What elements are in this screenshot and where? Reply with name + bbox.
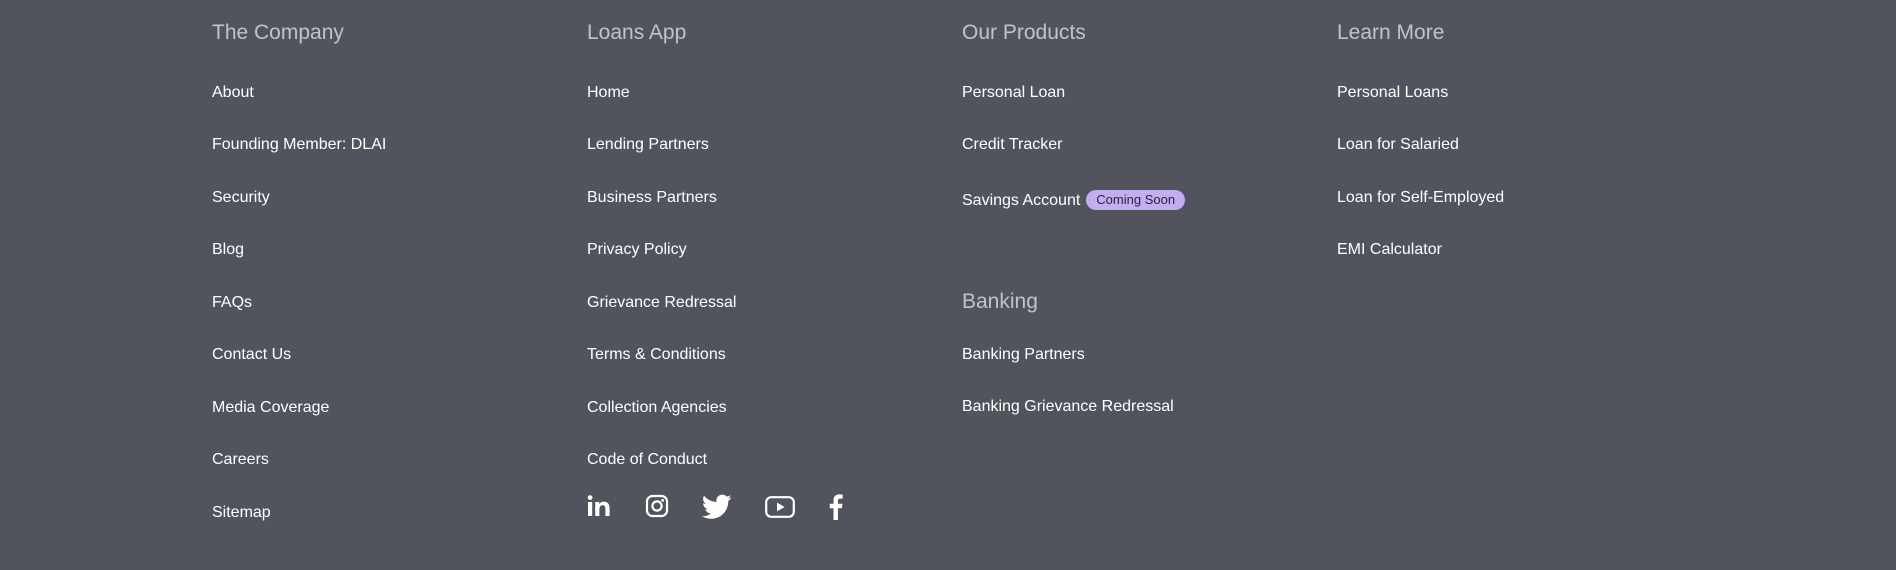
footer-link-business-partners[interactable]: Business Partners (587, 190, 717, 206)
column-heading: Learn More (1337, 21, 1445, 44)
footer-link-credit-tracker[interactable]: Credit Tracker (962, 137, 1062, 153)
facebook-icon[interactable] (829, 494, 843, 520)
footer-link-terms-conditions[interactable]: Terms & Conditions (587, 347, 726, 363)
column-heading: The Company (212, 21, 344, 44)
column-heading: Loans App (587, 21, 687, 44)
twitter-icon[interactable] (702, 494, 732, 520)
coming-soon-badge: Coming Soon (1086, 190, 1186, 210)
savings-account-label: Savings Account (962, 192, 1081, 209)
footer-link-personal-loans[interactable]: Personal Loans (1337, 85, 1448, 101)
footer-link-grievance-redressal[interactable]: Grievance Redressal (587, 295, 736, 311)
footer-link-loan-self-employed[interactable]: Loan for Self-Employed (1337, 190, 1504, 206)
social-links (587, 494, 867, 520)
footer-link-blog[interactable]: Blog (212, 242, 244, 258)
linkedin-icon[interactable] (587, 494, 611, 520)
footer-link-founding-member[interactable]: Founding Member: DLAI (212, 137, 386, 153)
footer-link-loan-salaried[interactable]: Loan for Salaried (1337, 137, 1459, 153)
youtube-icon[interactable] (765, 494, 795, 520)
footer-link-lending-partners[interactable]: Lending Partners (587, 137, 709, 153)
footer-link-sitemap[interactable]: Sitemap (212, 505, 271, 521)
column-heading-banking: Banking (962, 290, 1038, 313)
footer-link-savings-account[interactable]: Savings Account Coming Soon (962, 190, 1186, 210)
footer-link-media-coverage[interactable]: Media Coverage (212, 400, 329, 416)
footer-link-collection-agencies[interactable]: Collection Agencies (587, 400, 727, 416)
footer-link-banking-grievance[interactable]: Banking Grievance Redressal (962, 399, 1174, 415)
footer-link-emi-calculator[interactable]: EMI Calculator (1337, 242, 1442, 258)
footer-link-personal-loan[interactable]: Personal Loan (962, 85, 1065, 101)
footer-link-careers[interactable]: Careers (212, 452, 269, 468)
instagram-icon[interactable] (645, 494, 669, 520)
footer-link-banking-partners[interactable]: Banking Partners (962, 347, 1085, 363)
footer-link-security[interactable]: Security (212, 190, 270, 206)
footer-link-faqs[interactable]: FAQs (212, 295, 252, 311)
footer-link-contact-us[interactable]: Contact Us (212, 347, 291, 363)
footer-link-privacy-policy[interactable]: Privacy Policy (587, 242, 687, 258)
column-heading: Our Products (962, 21, 1086, 44)
footer-link-about[interactable]: About (212, 85, 254, 101)
footer-link-home[interactable]: Home (587, 85, 630, 101)
footer-link-code-of-conduct[interactable]: Code of Conduct (587, 452, 707, 468)
